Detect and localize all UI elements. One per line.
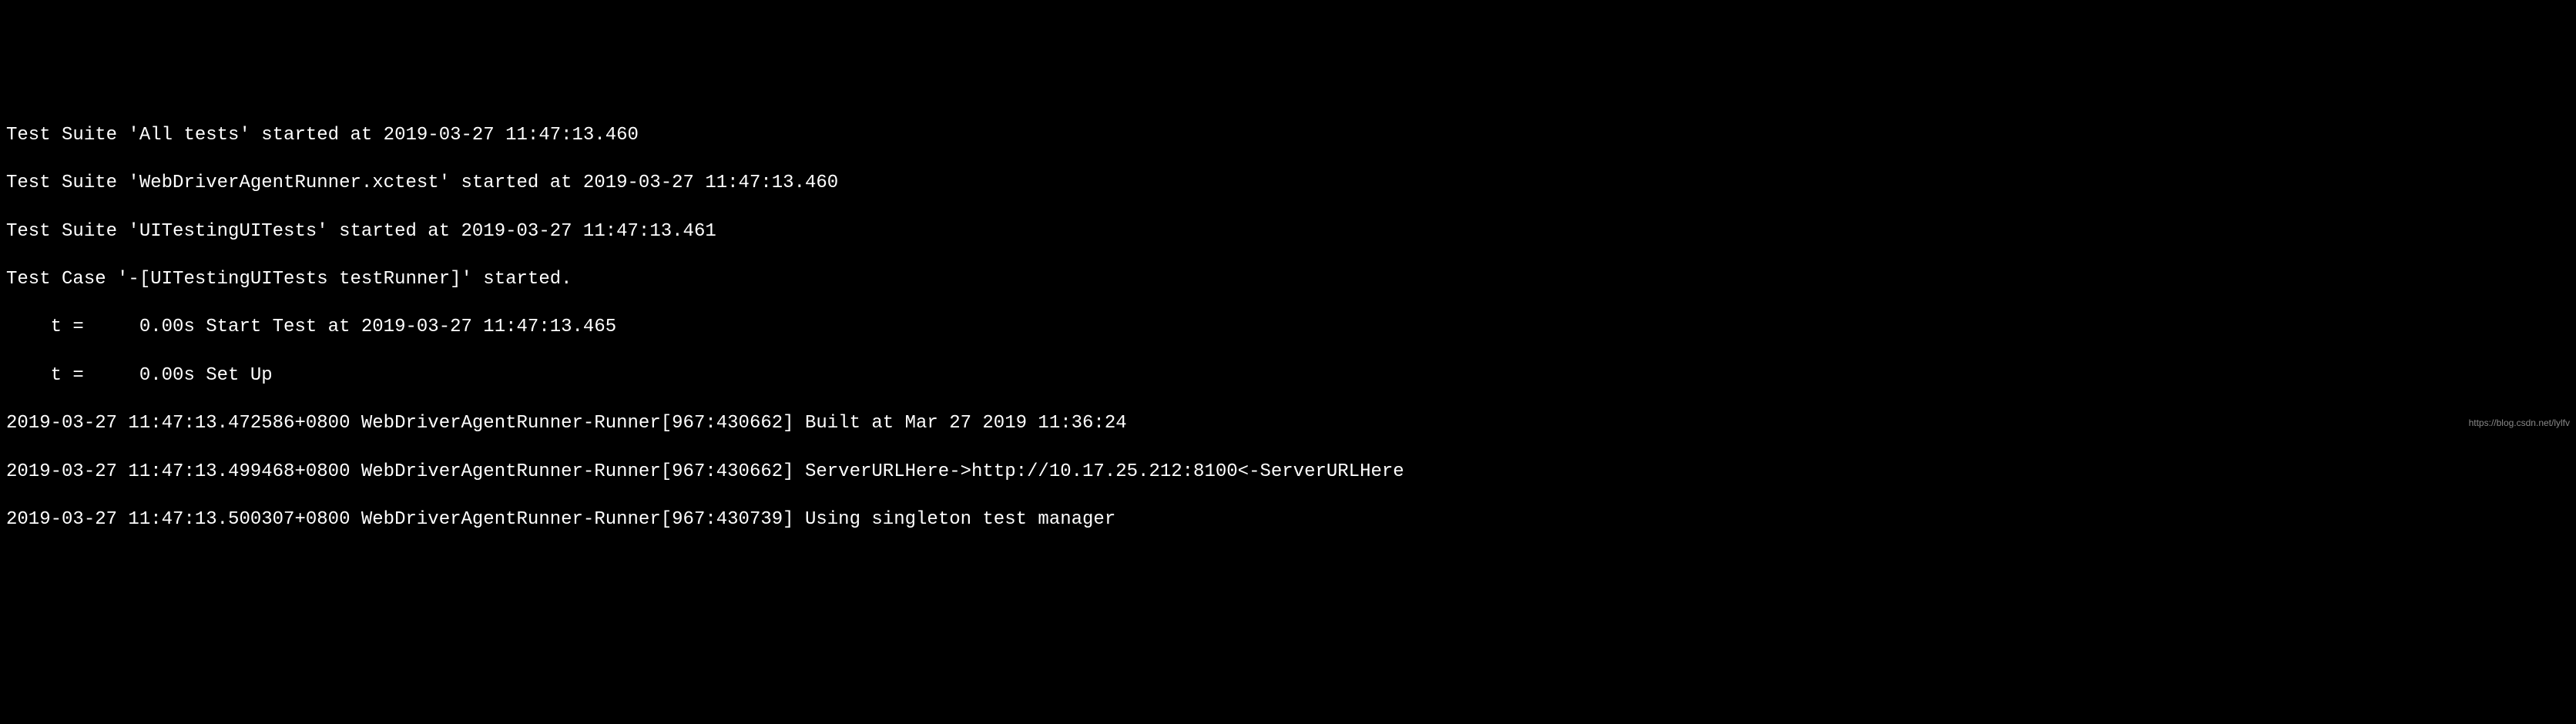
log-line: t = 0.00s Start Test at 2019-03-27 11:47… <box>6 315 2570 339</box>
terminal-output: Test Suite 'All tests' started at 2019-0… <box>6 99 2570 556</box>
log-line: 2019-03-27 11:47:13.472586+0800 WebDrive… <box>6 411 2570 435</box>
log-line: Test Suite 'All tests' started at 2019-0… <box>6 123 2570 147</box>
log-line: Test Suite 'UITestingUITests' started at… <box>6 220 2570 243</box>
log-line: t = 0.00s Set Up <box>6 364 2570 387</box>
log-line: Test Suite 'WebDriverAgentRunner.xctest'… <box>6 171 2570 195</box>
log-line: 2019-03-27 11:47:13.499468+0800 WebDrive… <box>6 460 2570 484</box>
watermark-text: https://blog.csdn.net/lylfv <box>2469 417 2570 430</box>
log-line: Test Case '-[UITestingUITests testRunner… <box>6 267 2570 291</box>
log-line: 2019-03-27 11:47:13.500307+0800 WebDrive… <box>6 508 2570 531</box>
